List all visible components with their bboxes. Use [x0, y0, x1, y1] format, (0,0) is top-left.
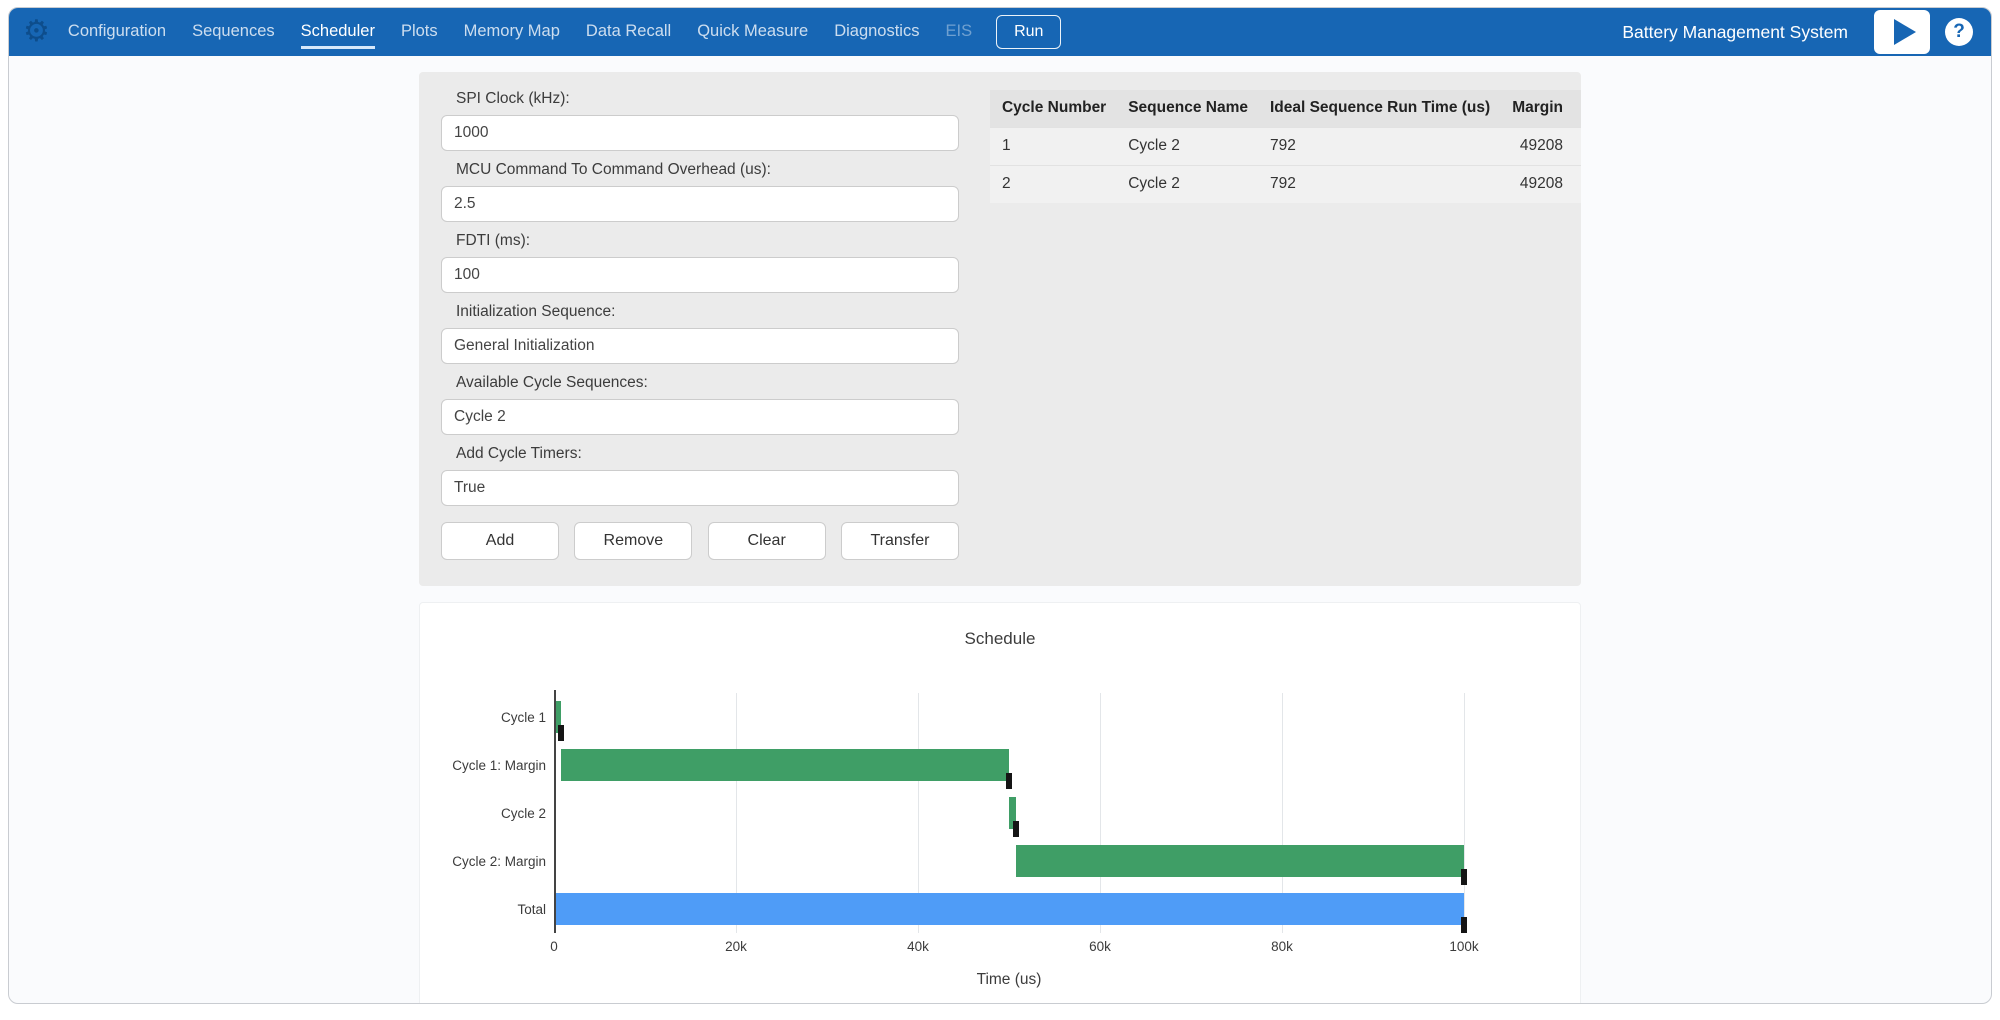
field-fdti: FDTI (ms):: [441, 232, 959, 293]
cell-cycle-number: 2: [990, 165, 1116, 203]
field-mcu-overhead: MCU Command To Command Overhead (us):: [441, 161, 959, 222]
nav-item-configuration[interactable]: Configuration: [68, 15, 166, 49]
table-row[interactable]: 2 Cycle 2 792 49208: [990, 165, 1581, 203]
app-title: Battery Management System: [1622, 22, 1848, 43]
field-available-cycle-sequences: Available Cycle Sequences:: [441, 374, 959, 435]
field-init-sequence: Initialization Sequence:: [441, 303, 959, 364]
spi-clock-input[interactable]: [441, 115, 959, 151]
x-tick-label: 60k: [1089, 939, 1111, 954]
nav-item-memory-map[interactable]: Memory Map: [464, 15, 560, 49]
chart-bar: [1016, 845, 1464, 877]
col-ideal-run-time: Ideal Sequence Run Time (us): [1258, 90, 1500, 127]
spi-clock-label: SPI Clock (kHz):: [441, 90, 959, 109]
bar-end-marker: [1013, 821, 1019, 837]
cycle-table-container: Cycle Number Sequence Name Ideal Sequenc…: [990, 90, 1581, 560]
x-axis-title: Time (us): [554, 971, 1464, 989]
gridline: [1464, 693, 1465, 933]
col-cycle-number: Cycle Number: [990, 90, 1116, 127]
chart-bar: [561, 749, 1009, 781]
mcu-overhead-input[interactable]: [441, 186, 959, 222]
cell-sequence-name: Cycle 2: [1116, 165, 1258, 203]
bar-end-marker: [1461, 917, 1467, 933]
cell-margin: 49208: [1500, 165, 1581, 203]
cell-margin: 49208: [1500, 127, 1581, 165]
nav-item-plots[interactable]: Plots: [401, 15, 438, 49]
field-add-cycle-timers: Add Cycle Timers:: [441, 445, 959, 506]
scheduler-form: SPI Clock (kHz): MCU Command To Command …: [441, 90, 959, 560]
y-tick-label: Cycle 1: Margin: [424, 741, 546, 789]
available-cycle-sequences-label: Available Cycle Sequences:: [441, 374, 959, 393]
settings-gear-icon[interactable]: ⚙: [23, 17, 50, 47]
fdti-input[interactable]: [441, 257, 959, 293]
app-window: ⚙ Configuration Sequences Scheduler Plot…: [8, 7, 1992, 1004]
run-button[interactable]: Run: [996, 15, 1061, 49]
cycle-table: Cycle Number Sequence Name Ideal Sequenc…: [990, 90, 1581, 203]
chart-bar: [554, 893, 1464, 925]
add-button[interactable]: Add: [441, 522, 559, 560]
nav-item-diagnostics[interactable]: Diagnostics: [834, 15, 919, 49]
mcu-overhead-label: MCU Command To Command Overhead (us):: [441, 161, 959, 180]
nav-item-data-recall[interactable]: Data Recall: [586, 15, 671, 49]
fdti-label: FDTI (ms):: [441, 232, 959, 251]
chart-title: Schedule: [420, 629, 1580, 649]
plot-area: 020k40k60k80k100k: [554, 693, 1464, 933]
nav-item-eis: EIS: [945, 15, 972, 49]
cell-ideal-run-time: 792: [1258, 165, 1500, 203]
x-tick-label: 80k: [1271, 939, 1293, 954]
table-header-row: Cycle Number Sequence Name Ideal Sequenc…: [990, 90, 1581, 127]
y-axis-labels: Cycle 1Cycle 1: MarginCycle 2Cycle 2: Ma…: [424, 693, 554, 933]
main-nav: Configuration Sequences Scheduler Plots …: [68, 15, 972, 49]
x-tick-label: 20k: [725, 939, 747, 954]
clear-button[interactable]: Clear: [708, 522, 826, 560]
y-tick-label: Cycle 2: Margin: [424, 837, 546, 885]
bar-end-marker: [558, 725, 564, 741]
cell-sequence-name: Cycle 2: [1116, 127, 1258, 165]
field-spi-clock: SPI Clock (kHz):: [441, 90, 959, 151]
bar-end-marker: [1006, 773, 1012, 789]
init-sequence-input[interactable]: [441, 328, 959, 364]
y-tick-label: Cycle 2: [424, 789, 546, 837]
top-nav-bar: ⚙ Configuration Sequences Scheduler Plot…: [9, 8, 1991, 56]
scheduler-panel: SPI Clock (kHz): MCU Command To Command …: [419, 72, 1581, 586]
cell-cycle-number: 1: [990, 127, 1116, 165]
schedule-chart-card: Schedule Cycle 1Cycle 1: MarginCycle 2Cy…: [419, 602, 1581, 1004]
x-tick-label: 100k: [1449, 939, 1478, 954]
cell-ideal-run-time: 792: [1258, 127, 1500, 165]
schedule-chart: Cycle 1Cycle 1: MarginCycle 2Cycle 2: Ma…: [420, 693, 1580, 933]
nav-item-quick-measure[interactable]: Quick Measure: [697, 15, 808, 49]
nav-item-scheduler[interactable]: Scheduler: [301, 15, 375, 49]
add-cycle-timers-label: Add Cycle Timers:: [441, 445, 959, 464]
play-button[interactable]: [1874, 10, 1930, 54]
transfer-button[interactable]: Transfer: [841, 522, 959, 560]
table-row[interactable]: 1 Cycle 2 792 49208: [990, 127, 1581, 165]
y-tick-label: Cycle 1: [424, 693, 546, 741]
x-tick-label: 0: [550, 939, 558, 954]
y-tick-label: Total: [424, 885, 546, 933]
col-margin: Margin: [1500, 90, 1581, 127]
init-sequence-label: Initialization Sequence:: [441, 303, 959, 322]
bar-end-marker: [1461, 869, 1467, 885]
main-content: SPI Clock (kHz): MCU Command To Command …: [419, 72, 1581, 1004]
col-sequence-name: Sequence Name: [1116, 90, 1258, 127]
play-icon: [1894, 19, 1916, 45]
x-tick-label: 40k: [907, 939, 929, 954]
help-icon[interactable]: ?: [1945, 18, 1973, 46]
remove-button[interactable]: Remove: [574, 522, 692, 560]
add-cycle-timers-input[interactable]: [441, 470, 959, 506]
form-button-row: Add Remove Clear Transfer: [441, 522, 959, 560]
available-cycle-sequences-input[interactable]: [441, 399, 959, 435]
nav-item-sequences[interactable]: Sequences: [192, 15, 275, 49]
